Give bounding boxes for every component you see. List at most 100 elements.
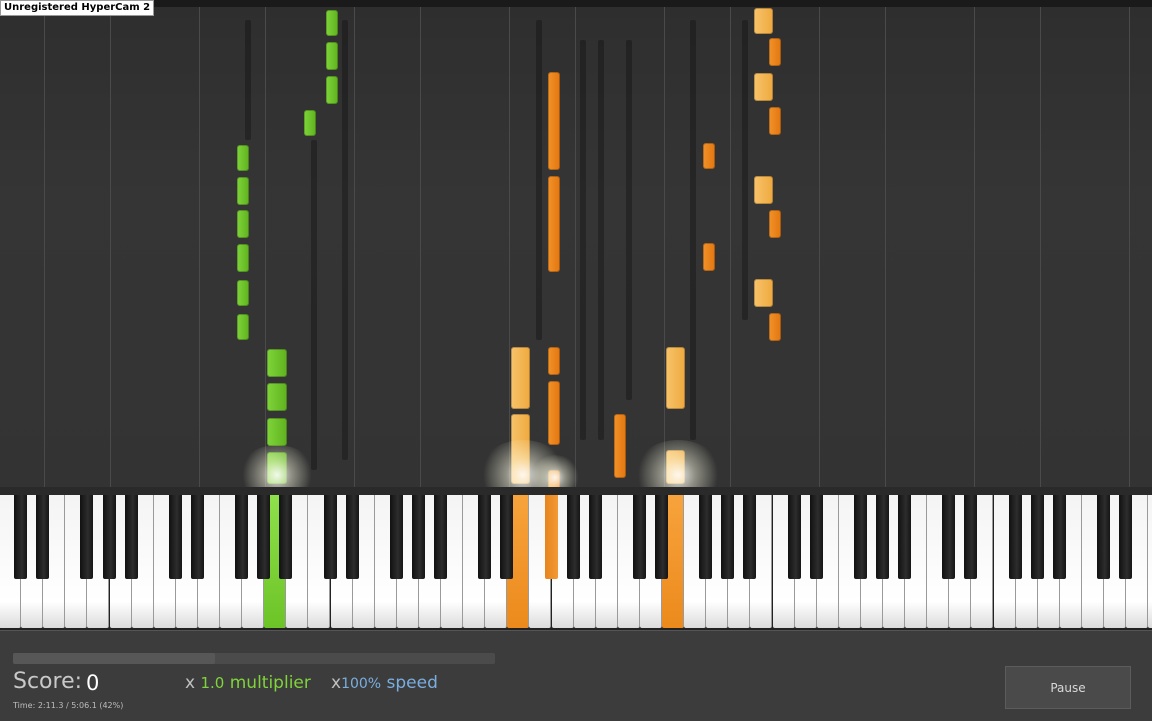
- black-key: [323, 495, 337, 579]
- black-key: [853, 495, 867, 579]
- multiplier-readout: x 1.0 multiplier: [185, 673, 311, 693]
- black-key: [942, 495, 956, 579]
- ghost-note: [598, 40, 604, 440]
- black-key: [876, 495, 889, 579]
- black-key: [235, 495, 249, 579]
- gridline: [819, 7, 820, 492]
- orange-note: [769, 107, 781, 135]
- black-key: [964, 495, 978, 579]
- gridline: [885, 7, 886, 492]
- green-note: [326, 76, 338, 104]
- green-note: [237, 210, 249, 238]
- black-key: [168, 495, 182, 579]
- gridline: [664, 7, 665, 492]
- black-key: [411, 495, 425, 579]
- black-key: [721, 495, 735, 579]
- orange-note: [703, 143, 715, 169]
- speed-readout: x100% speed: [331, 673, 438, 693]
- score-label: Score:: [13, 669, 83, 694]
- orange-note: [769, 313, 781, 341]
- recorder-watermark: Unregistered HyperCam 2: [0, 0, 155, 16]
- black-key: [1052, 495, 1066, 579]
- green-note: [326, 42, 338, 70]
- black-key: [190, 495, 204, 579]
- falling-notes-area: [0, 0, 1152, 492]
- black-key: [898, 495, 912, 579]
- black-key: [787, 495, 801, 579]
- black-key: [809, 495, 823, 579]
- score-value: 0: [86, 671, 100, 695]
- orange-note: [614, 414, 626, 478]
- green-note: [304, 110, 316, 136]
- black-key: [102, 495, 116, 579]
- multiplier-label: multiplier: [229, 673, 311, 693]
- gridline: [265, 7, 266, 492]
- gridline: [420, 7, 421, 492]
- black-key: [14, 495, 28, 579]
- roll-top-border: [0, 0, 1152, 7]
- ghost-note: [742, 20, 748, 320]
- black-key: [434, 495, 447, 579]
- gridline: [354, 7, 355, 492]
- black-key: [544, 495, 558, 579]
- gridline: [1129, 7, 1130, 492]
- black-key: [345, 495, 359, 579]
- green-note: [267, 418, 287, 446]
- gridline: [110, 7, 111, 492]
- black-key: [500, 495, 514, 579]
- orange-note: [548, 381, 560, 445]
- time-readout: Time: 2:11.3 / 5:06.1 (42%): [13, 701, 124, 710]
- gridline: [509, 7, 510, 492]
- ghost-note: [626, 40, 632, 400]
- orange-note: [769, 38, 781, 66]
- orange-note: [769, 210, 781, 238]
- black-key: [124, 495, 138, 579]
- piano-keyboard: [0, 495, 1152, 630]
- gridline: [974, 7, 975, 492]
- multiplier-prefix: x: [185, 673, 196, 693]
- light-orange-note: [754, 73, 773, 101]
- ghost-note: [580, 40, 586, 440]
- green-note: [237, 280, 249, 306]
- black-key: [389, 495, 403, 579]
- light-orange-note: [754, 279, 773, 307]
- black-key: [1008, 495, 1022, 579]
- black-key: [588, 495, 602, 579]
- black-key: [655, 495, 668, 579]
- speed-prefix: x: [331, 673, 342, 693]
- speed-label: speed: [386, 673, 438, 693]
- black-key: [743, 495, 757, 579]
- green-note: [267, 383, 287, 411]
- green-note: [267, 349, 287, 377]
- orange-note: [548, 176, 560, 272]
- song-progress-fill: [13, 653, 216, 664]
- white-key: [1148, 495, 1152, 628]
- green-note: [326, 10, 338, 36]
- speed-value: 100%: [341, 676, 382, 692]
- black-key: [36, 495, 50, 579]
- multiplier-value: 1.0: [200, 674, 225, 692]
- orange-note: [703, 243, 715, 271]
- pause-button[interactable]: Pause: [1005, 666, 1131, 709]
- black-key: [566, 495, 580, 579]
- ghost-note: [245, 20, 251, 140]
- gridline: [44, 7, 45, 492]
- black-key: [632, 495, 646, 579]
- gridline: [730, 7, 731, 492]
- song-progress-bar[interactable]: [13, 653, 495, 664]
- ghost-note: [311, 140, 317, 470]
- black-key: [80, 495, 94, 579]
- black-key: [1119, 495, 1133, 579]
- light-orange-note: [511, 347, 530, 409]
- black-key: [478, 495, 492, 579]
- black-key: [279, 495, 293, 579]
- black-key: [699, 495, 713, 579]
- ghost-note: [536, 20, 542, 340]
- light-orange-note: [754, 176, 773, 204]
- green-note: [237, 145, 249, 171]
- green-note: [237, 244, 249, 272]
- hit-glow: [238, 445, 316, 492]
- light-orange-note: [754, 8, 773, 34]
- orange-note: [548, 72, 560, 170]
- ghost-note: [342, 20, 348, 460]
